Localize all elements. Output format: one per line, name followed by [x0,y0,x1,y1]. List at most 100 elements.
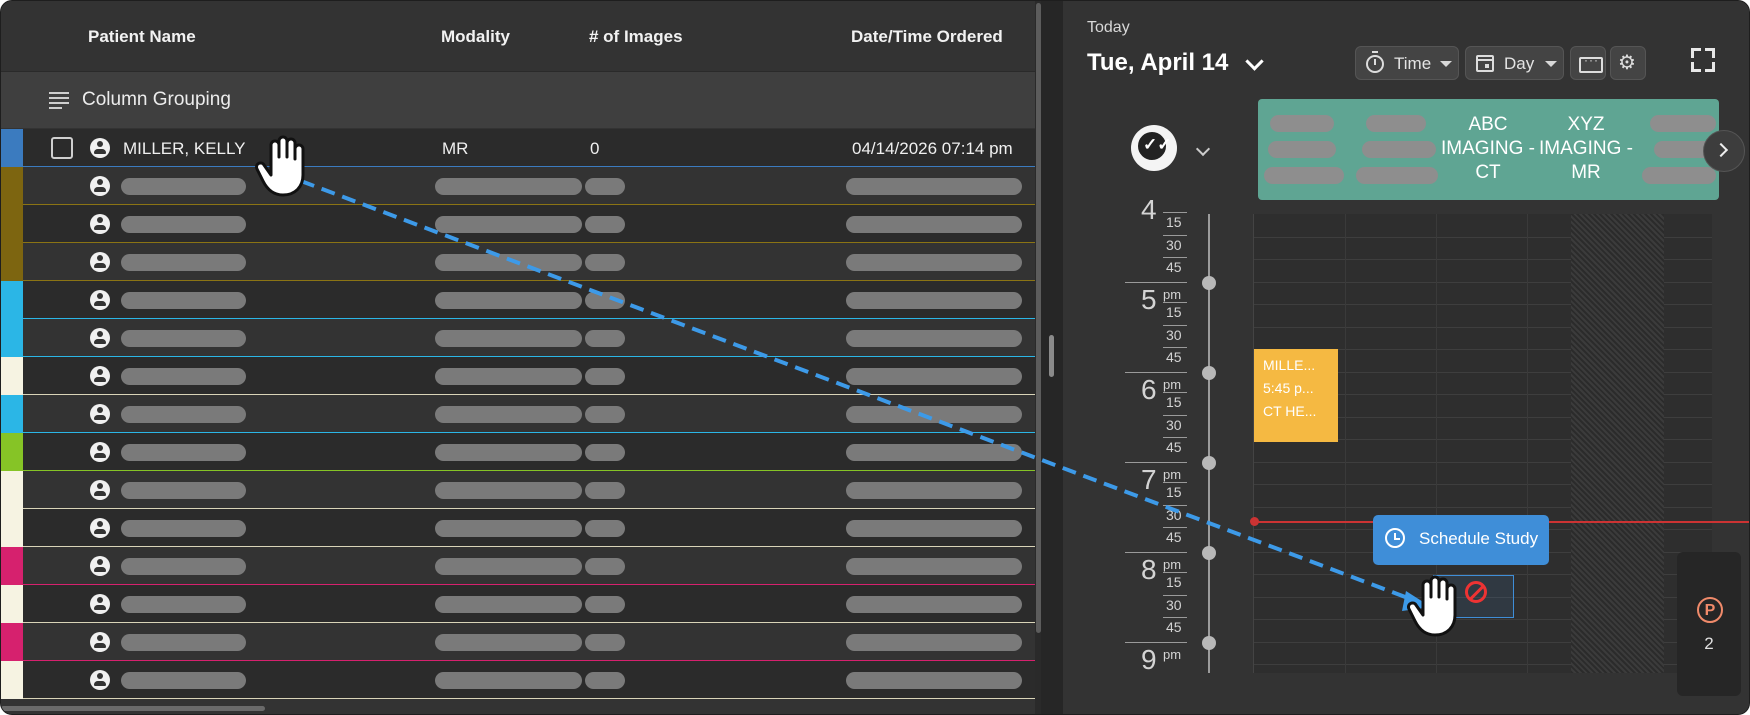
quarter-tick [1163,482,1187,483]
redacted-cell [585,520,625,537]
row-color-stripe [1,129,23,167]
redacted-cell [435,330,582,347]
hour-label: 5 [1141,284,1157,315]
table-row[interactable] [1,243,1037,281]
redacted-cell [435,482,582,499]
redacted-cell [585,672,625,689]
today-label[interactable]: Today [1087,19,1130,37]
ampm-label: pm [1163,287,1182,302]
table-row[interactable] [1,433,1037,471]
hour-dot [1202,546,1216,560]
quarter-label: 45 [1166,619,1182,635]
quarter-tick [1163,504,1187,506]
table-row[interactable] [1,547,1037,585]
quarter-label: 45 [1166,529,1182,545]
table-horizontal-scroll-thumb[interactable] [1,706,265,711]
person-icon [90,670,110,690]
ampm-label: pm [1163,467,1182,482]
quarter-label: 15 [1166,574,1182,590]
quarter-label: 30 [1166,416,1182,433]
chevron-down-icon[interactable] [1245,52,1264,71]
person-icon [90,480,110,500]
table-row[interactable] [1,395,1037,433]
table-row[interactable] [1,661,1037,699]
splitter-grip[interactable] [1049,335,1054,377]
quarter-tick [1163,392,1187,393]
table-row[interactable] [1,623,1037,661]
cell-images: 0 [590,139,600,158]
redacted-cell [121,482,246,499]
row-color-stripe [1,357,23,395]
row-color-stripe [1,585,23,623]
person-icon [90,328,110,348]
table-row[interactable]: MILLER, KELLY MR 0 04/14/2026 07:14 pm [1,129,1037,167]
quarter-label: 15 [1166,484,1182,500]
redacted-cell [121,330,246,347]
row-color-stripe [1,509,23,547]
ampm-label: pm [1163,647,1182,662]
date-title[interactable]: Tue, April 14 [1087,49,1228,77]
quarter-label: 30 [1166,236,1182,253]
redacted-cell [435,444,582,461]
redacted-cell [585,254,625,271]
redacted-cell [585,444,625,461]
person-icon [90,252,110,272]
tag-button[interactable] [1570,46,1606,80]
col-patient-name[interactable]: Patient Name [88,27,196,47]
cell-modality: MR [442,139,469,158]
redacted-cell [585,634,625,651]
redacted-cell [435,634,582,651]
caret-down-icon [1440,61,1452,67]
col-images[interactable]: # of Images [589,27,683,47]
table-row[interactable] [1,471,1037,509]
redacted-cell [435,406,582,423]
ampm-label: pm [1163,557,1182,572]
table-row[interactable] [1,205,1037,243]
redacted-cell [435,558,582,575]
redacted-cell [846,444,1022,461]
table-row[interactable] [1,281,1037,319]
chevron-down-icon[interactable] [1195,141,1211,157]
col-modality[interactable]: Modality [441,27,510,47]
quarter-tick [1163,212,1187,213]
resource-ct-label[interactable]: ABC IMAGING -CT [1438,113,1538,185]
day-dropdown[interactable]: Day [1465,46,1564,80]
column-grouping-bar[interactable]: Column Grouping [1,72,1037,128]
hour-tick [1125,282,1187,283]
settings-button[interactable]: ⚙ [1610,46,1646,80]
column-grouping-label: Column Grouping [82,89,231,110]
quarter-tick [1163,527,1187,528]
redacted-cell [846,330,1022,347]
resource-mr-label[interactable]: XYZ IMAGING -MR [1536,113,1636,185]
redacted-cell [435,596,582,613]
col-date-ordered[interactable]: Date/Time Ordered [851,27,1003,47]
grid-column-line [1436,214,1437,673]
table-row[interactable] [1,319,1037,357]
redacted-cell [121,216,246,233]
table-row[interactable] [1,167,1037,205]
table-row[interactable] [1,509,1037,547]
quarter-label: 15 [1166,214,1182,230]
pane-splitter[interactable] [1041,1,1063,714]
cell-name: MILLER, KELLY [123,139,246,158]
next-resources-button[interactable] [1703,130,1745,172]
table-row[interactable] [1,357,1037,395]
quarter-label: 30 [1166,506,1182,523]
select-all-button[interactable]: ✓✓ [1131,125,1177,171]
fullscreen-icon[interactable] [1691,48,1715,72]
redacted-cell [435,368,582,385]
row-color-stripe [1,205,23,243]
row-color-stripe [1,167,23,205]
quarter-tick [1163,617,1187,618]
quarter-label: 30 [1166,326,1182,343]
time-dropdown[interactable]: Time [1355,46,1459,80]
redacted-cell [585,558,625,575]
person-icon [90,366,110,386]
redacted-cell [846,368,1022,385]
table-row[interactable] [1,585,1037,623]
row-color-stripe [1,319,23,357]
row-color-stripe [1,661,23,699]
row-checkbox[interactable] [51,137,73,159]
person-icon [90,214,110,234]
redacted-cell [846,292,1022,309]
